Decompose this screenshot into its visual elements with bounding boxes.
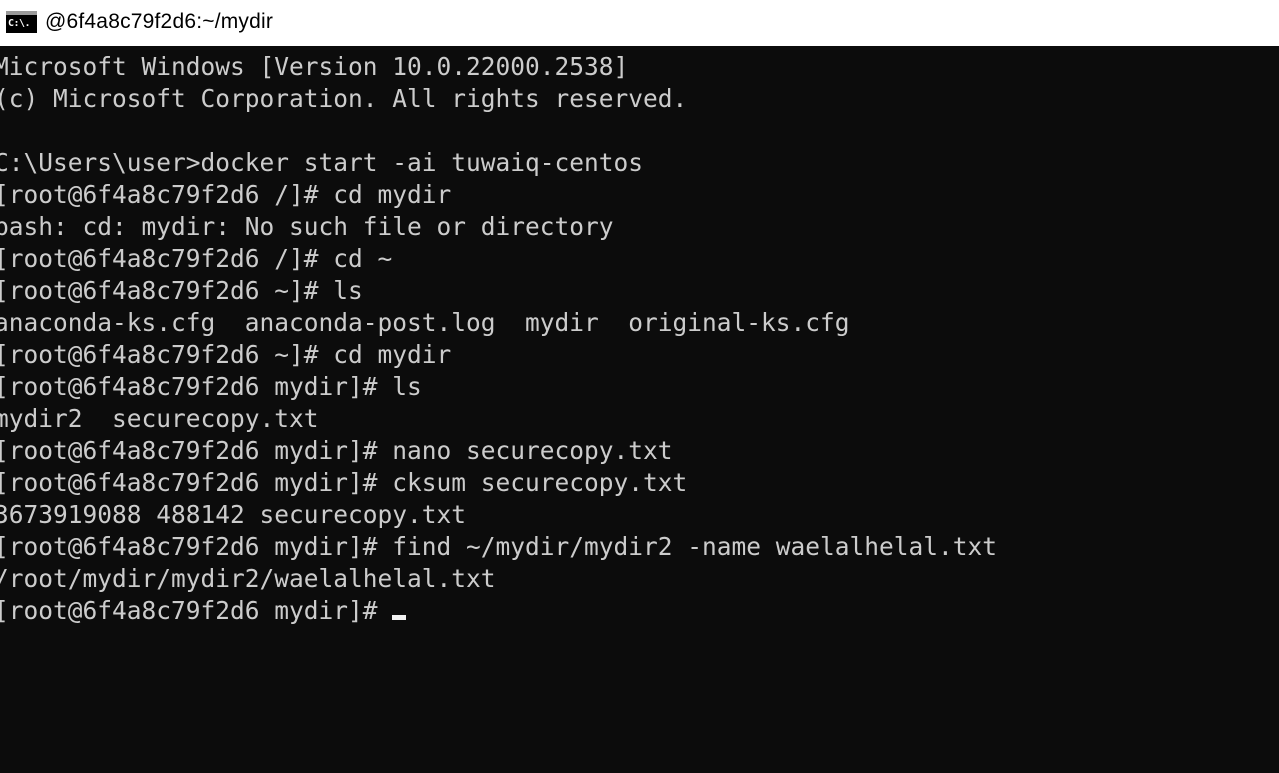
terminal-line: [root@6f4a8c79f2d6 ~]# cd mydir [0, 340, 452, 369]
terminal-line: [root@6f4a8c79f2d6 mydir]# nano secureco… [0, 436, 673, 465]
text-cursor [392, 615, 407, 620]
terminal-line: [root@6f4a8c79f2d6 mydir]# find ~/mydir/… [0, 532, 998, 561]
terminal-line: 3673919088 488142 securecopy.txt [0, 500, 467, 529]
window-title: @6f4a8c79f2d6:~/mydir [45, 9, 274, 33]
terminal-line: /root/mydir/mydir2/waelalhelal.txt [0, 564, 496, 593]
terminal-line: [root@6f4a8c79f2d6 ~]# ls [0, 276, 363, 305]
terminal-line: mydir2 securecopy.txt [0, 404, 319, 433]
terminal-line: C:\Users\user>docker start -ai tuwaiq-ce… [0, 148, 644, 177]
cmd-icon: C:\. [6, 10, 37, 33]
terminal-line: anaconda-ks.cfg anaconda-post.log mydir … [0, 308, 850, 337]
terminal-output[interactable]: Microsoft Windows [Version 10.0.22000.25… [0, 49, 1279, 773]
terminal-line: [root@6f4a8c79f2d6 /]# cd mydir [0, 180, 452, 209]
terminal-line: bash: cd: mydir: No such file or directo… [0, 212, 614, 241]
terminal-line: Microsoft Windows [Version 10.0.22000.25… [0, 52, 629, 81]
cmd-icon-glyph: C:\. [8, 17, 31, 29]
terminal-prompt: [root@6f4a8c79f2d6 mydir]# [0, 596, 393, 625]
terminal-line: [root@6f4a8c79f2d6 mydir]# ls [0, 372, 422, 401]
title-bar[interactable]: C:\. @6f4a8c79f2d6:~/mydir [0, 0, 1279, 46]
terminal-line: (c) Microsoft Corporation. All rights re… [0, 84, 688, 113]
terminal-line: [root@6f4a8c79f2d6 /]# cd ~ [0, 244, 393, 273]
terminal-line: [root@6f4a8c79f2d6 mydir]# cksum securec… [0, 468, 688, 497]
terminal-prompt-line[interactable]: [root@6f4a8c79f2d6 mydir]# [0, 595, 1279, 627]
